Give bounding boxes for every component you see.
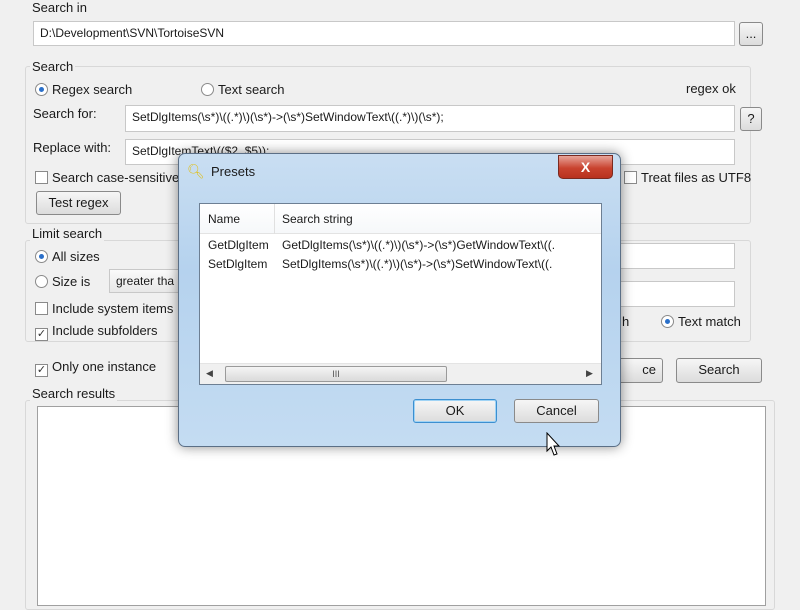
all-sizes-radio[interactable]: All sizes xyxy=(35,249,100,264)
search-for-input[interactable]: SetDlgItems(\s*)\((.*)\)(\s*)->(\s*)SetW… xyxy=(125,105,735,132)
system-items-checkbox[interactable]: Include system items xyxy=(35,301,173,316)
search-path-input[interactable]: D:\Development\SVN\TortoiseSVN xyxy=(33,21,735,46)
size-is-radio[interactable]: Size is xyxy=(35,274,90,289)
column-header-name[interactable]: Name xyxy=(208,212,240,226)
regex-status: regex ok xyxy=(686,81,736,96)
regex-search-radio[interactable]: Regex search xyxy=(35,82,132,97)
test-regex-button[interactable]: Test regex xyxy=(36,191,121,215)
preset-search-string: GetDlgItems(\s*)\((.*)\)(\s*)->(\s*)GetW… xyxy=(282,238,556,252)
mouse-cursor-icon xyxy=(546,432,561,456)
scroll-thumb[interactable]: III xyxy=(225,366,447,382)
preset-name: SetDlgItem xyxy=(208,257,268,271)
cancel-button[interactable]: Cancel xyxy=(514,399,599,423)
column-divider xyxy=(274,204,275,234)
utf8-checkbox[interactable]: Treat files as UTF8 xyxy=(624,170,751,185)
text-match-label: Text match xyxy=(678,314,741,329)
close-button[interactable]: X xyxy=(558,155,613,179)
limit-search-label: Limit search xyxy=(30,226,105,241)
system-items-label: Include system items xyxy=(52,301,174,316)
presets-dialog: 🔍︎ Presets X Name Search string GetDlgIt… xyxy=(178,153,621,447)
one-instance-label: Only one instance xyxy=(52,359,157,374)
utf8-label: Treat files as UTF8 xyxy=(641,170,752,185)
presets-icon: 🔍︎ xyxy=(187,163,205,179)
regex-match-label: h xyxy=(622,314,630,329)
one-instance-checkbox[interactable]: ✓ Only one instance xyxy=(35,359,156,377)
case-sensitive-checkbox[interactable]: Search case-sensitive xyxy=(35,170,179,185)
regex-help-button[interactable]: ? xyxy=(740,107,762,131)
dialog-title: Presets xyxy=(211,164,256,179)
list-item[interactable]: GetDlgItem GetDlgItems(\s*)\((.*)\)(\s*)… xyxy=(200,236,601,255)
case-sensitive-label: Search case-sensitive xyxy=(52,170,180,185)
all-sizes-label: All sizes xyxy=(52,249,100,264)
subfolders-label: Include subfolders xyxy=(52,323,158,338)
preset-name: GetDlgItem xyxy=(208,238,269,252)
size-operator-select[interactable]: greater tha xyxy=(109,269,189,293)
subfolders-checkbox[interactable]: ✓ Include subfolders xyxy=(35,323,158,341)
preset-search-string: SetDlgItems(\s*)\((.*)\)(\s*)->(\s*)SetW… xyxy=(282,257,553,271)
ok-button[interactable]: OK xyxy=(413,399,497,423)
search-results-label: Search results xyxy=(30,386,118,401)
scroll-right-icon[interactable]: ▶ xyxy=(586,368,593,379)
text-search-radio[interactable]: Text search xyxy=(201,82,284,97)
search-in-label: Search in xyxy=(32,0,87,15)
text-match-radio[interactable]: Text match xyxy=(661,314,741,329)
text-search-label: Text search xyxy=(218,82,285,97)
replace-with-label: Replace with: xyxy=(33,140,112,155)
search-button[interactable]: Search xyxy=(676,358,762,383)
browse-button[interactable]: ... xyxy=(739,22,763,46)
column-header-search-string[interactable]: Search string xyxy=(282,212,353,226)
list-item[interactable]: SetDlgItem SetDlgItems(\s*)\((.*)\)(\s*)… xyxy=(200,255,601,274)
size-is-label: Size is xyxy=(52,274,91,289)
search-group-label: Search xyxy=(30,59,76,74)
search-for-label: Search for: xyxy=(33,106,97,121)
horizontal-scrollbar[interactable]: ◀ III ▶ xyxy=(200,363,601,384)
presets-list[interactable]: Name Search string GetDlgItem GetDlgItem… xyxy=(199,203,602,385)
list-header: Name Search string xyxy=(200,204,601,234)
scroll-left-icon[interactable]: ◀ xyxy=(206,368,213,379)
regex-search-label: Regex search xyxy=(52,82,133,97)
